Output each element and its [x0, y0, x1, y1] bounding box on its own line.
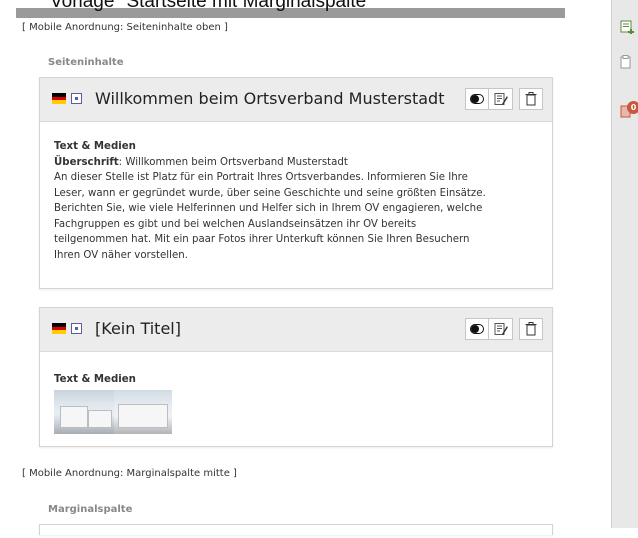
- recycler-count-badge: 0: [627, 101, 638, 114]
- gutter: [565, 0, 611, 528]
- mobile-order-note-top: [ Mobile Anordnung: Seiteninhalte oben ]: [22, 22, 228, 33]
- flag-de-icon: [52, 93, 66, 105]
- card-header: [Kein Titel]: [40, 308, 552, 352]
- body-text-line: Fachgruppen es gibt und bei welchen Ausl…: [54, 218, 417, 230]
- page-icon: [71, 93, 82, 104]
- page-caption: Vorlage "Startseite mit Marginalspalte": [50, 0, 373, 12]
- content-element-card-3: [39, 524, 553, 535]
- body-text-line: teilgenommen hat. Mit ein paar Fotos ihr…: [54, 234, 470, 245]
- flag-de-icon: [52, 323, 66, 335]
- card-heading-line: Überschrift: Willkommen beim Ortsverband…: [54, 156, 348, 168]
- content-element-card-1: Willkommen beim Ortsverband Musterstadt …: [39, 77, 553, 289]
- body-text-line: Ihren OV näher vorstellen.: [54, 249, 188, 261]
- toggle-visibility-button[interactable]: [465, 318, 489, 340]
- toggle-visibility-icon: [470, 324, 484, 334]
- content-type-label: Text & Medien: [54, 141, 136, 152]
- content-element-card-2: [Kein Titel] Text & Medien: [39, 307, 553, 447]
- building-photo: [54, 389, 114, 434]
- new-content-icon[interactable]: [620, 20, 634, 34]
- edit-button[interactable]: [489, 88, 513, 110]
- toggle-visibility-icon: [470, 94, 484, 104]
- delete-button[interactable]: [519, 318, 543, 340]
- delete-icon: [525, 92, 537, 106]
- section-label-main: Seiteninhalte: [48, 57, 124, 68]
- card-title[interactable]: Willkommen beim Ortsverband Musterstadt: [95, 89, 444, 108]
- edit-icon: [494, 323, 508, 335]
- edit-button[interactable]: [489, 318, 513, 340]
- card-actions: [465, 318, 543, 342]
- building-photo: [114, 389, 172, 434]
- edit-icon: [494, 93, 508, 105]
- body-text-line: An dieser Stelle ist Platz für ein Portr…: [54, 172, 468, 183]
- right-toolbar: [611, 0, 638, 528]
- card-header: Willkommen beim Ortsverband Musterstadt: [40, 78, 552, 122]
- mobile-order-note-middle: [ Mobile Anordnung: Marginalspalte mitte…: [22, 468, 237, 479]
- delete-button[interactable]: [519, 88, 543, 110]
- card-title[interactable]: [Kein Titel]: [95, 319, 181, 338]
- toggle-visibility-button[interactable]: [465, 88, 489, 110]
- clipboard-icon[interactable]: [620, 55, 632, 69]
- card-body: Text & Medien Überschrift: Willkommen be…: [40, 122, 552, 275]
- delete-icon: [525, 322, 537, 336]
- content-type-label: Text & Medien: [54, 374, 136, 385]
- card-body: Text & Medien: [40, 352, 552, 446]
- card-actions: [465, 88, 543, 112]
- body-text-line: Berichten Sie, wie viele Helferinnen und…: [54, 203, 483, 214]
- section-label-margin: Marginalspalte: [48, 504, 133, 515]
- body-text-line: Leser, wann er gegründet wurde, über sei…: [54, 187, 486, 199]
- media-thumbnail[interactable]: [54, 389, 172, 434]
- page-icon: [71, 323, 82, 334]
